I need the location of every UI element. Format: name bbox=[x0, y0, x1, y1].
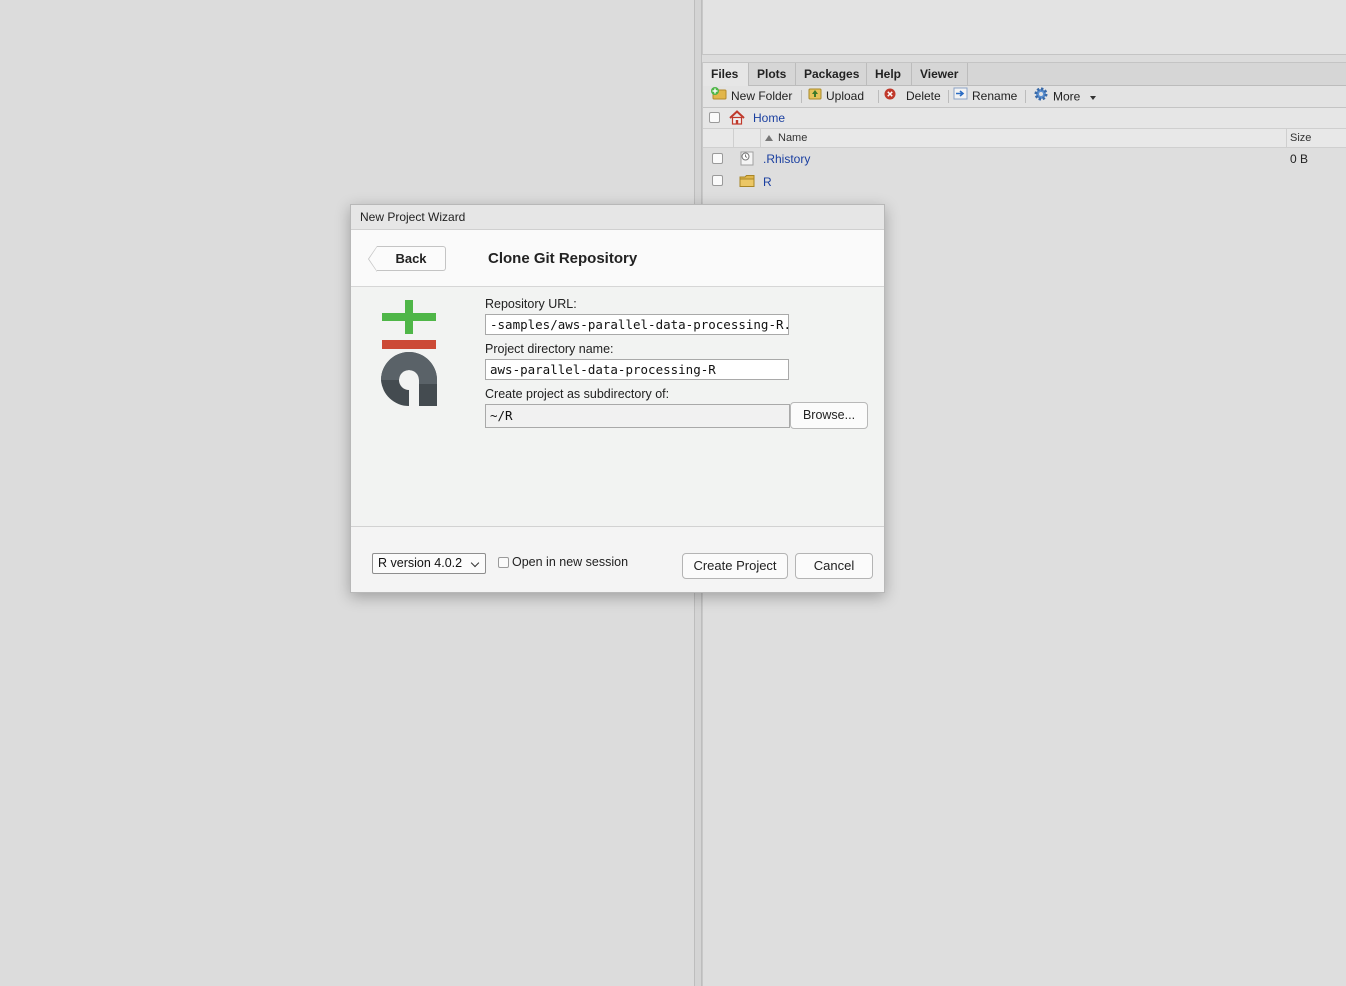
upload-button[interactable]: Upload bbox=[808, 86, 864, 107]
rename-icon bbox=[953, 86, 968, 107]
toolbar-divider bbox=[1025, 90, 1026, 103]
tab-plots[interactable]: Plots bbox=[749, 63, 796, 86]
file-checkbox[interactable] bbox=[712, 175, 723, 186]
upload-icon bbox=[808, 86, 822, 107]
back-button-label: Back bbox=[395, 251, 427, 266]
file-checkbox[interactable] bbox=[712, 153, 723, 164]
tab-packages[interactable]: Packages bbox=[796, 63, 867, 86]
delete-button[interactable]: Delete bbox=[884, 86, 941, 107]
file-row[interactable]: R bbox=[703, 171, 1346, 194]
r-version-select[interactable]: R version 4.0.2 bbox=[372, 553, 486, 574]
delete-label: Delete bbox=[906, 89, 941, 103]
project-directory-name-label: Project directory name: bbox=[485, 342, 614, 356]
gear-icon bbox=[1033, 86, 1049, 109]
caret-down-icon bbox=[1089, 95, 1096, 100]
pane-tabbar: Files Plots Packages Help Viewer bbox=[703, 62, 1346, 86]
toolbar-divider bbox=[878, 90, 879, 103]
git-logo-icon bbox=[379, 300, 439, 411]
delete-icon bbox=[884, 86, 896, 107]
toolbar-divider bbox=[948, 90, 949, 103]
wizard-page-title: Clone Git Repository bbox=[488, 250, 638, 267]
dialog-footer: R version 4.0.2 Open in new session Crea… bbox=[351, 526, 884, 592]
create-project-button[interactable]: Create Project bbox=[682, 553, 788, 579]
size-column-label: Size bbox=[1290, 132, 1312, 144]
file-name-link[interactable]: R bbox=[763, 175, 772, 189]
tab-viewer[interactable]: Viewer bbox=[912, 63, 968, 86]
breadcrumb-home[interactable]: Home bbox=[753, 111, 785, 125]
back-button[interactable]: Back bbox=[368, 246, 446, 272]
dialog-title: New Project Wizard bbox=[351, 205, 884, 230]
name-column-label: Name bbox=[778, 132, 808, 144]
open-in-new-session-checkbox[interactable] bbox=[498, 557, 509, 568]
home-icon bbox=[728, 110, 746, 128]
repository-url-input[interactable]: -samples/aws-parallel-data-processing-R.… bbox=[485, 314, 789, 335]
select-all-checkbox[interactable] bbox=[709, 112, 720, 123]
more-button[interactable]: More bbox=[1033, 86, 1096, 107]
file-size: 0 B bbox=[1290, 152, 1309, 166]
r-version-value: R version 4.0.2 bbox=[378, 556, 463, 570]
wizard-header: Back Clone Git Repository bbox=[351, 230, 884, 287]
file-row[interactable]: .Rhistory 0 B bbox=[703, 148, 1346, 171]
name-column-header[interactable]: Name bbox=[760, 129, 1286, 147]
files-toolbar: New Folder Upload Delete Rename More bbox=[703, 86, 1346, 108]
back-arrow-icon bbox=[368, 246, 377, 272]
subdirectory-field: ~/R bbox=[485, 404, 790, 428]
environment-pane bbox=[702, 0, 1346, 55]
new-folder-button[interactable]: New Folder bbox=[710, 86, 792, 107]
open-in-new-session-label[interactable]: Open in new session bbox=[512, 555, 628, 569]
project-directory-name-input[interactable]: aws-parallel-data-processing-R bbox=[485, 359, 789, 380]
new-folder-label: New Folder bbox=[731, 89, 793, 103]
sort-ascending-icon bbox=[765, 135, 773, 142]
new-project-wizard-dialog: New Project Wizard Back Clone Git Reposi… bbox=[350, 204, 885, 593]
rename-label: Rename bbox=[972, 89, 1018, 103]
history-file-icon bbox=[739, 151, 755, 169]
icon-column-header bbox=[733, 129, 760, 147]
folder-icon bbox=[739, 174, 756, 191]
repository-url-label: Repository URL: bbox=[485, 297, 577, 311]
upload-label: Upload bbox=[826, 89, 865, 103]
chevron-down-icon bbox=[470, 558, 480, 568]
subdirectory-label: Create project as subdirectory of: bbox=[485, 387, 670, 401]
size-column-header[interactable]: Size bbox=[1286, 129, 1346, 147]
more-label: More bbox=[1053, 89, 1081, 104]
file-list-header: Name Size bbox=[703, 129, 1346, 148]
file-name-link[interactable]: .Rhistory bbox=[763, 152, 810, 166]
tab-help[interactable]: Help bbox=[867, 63, 912, 86]
breadcrumb: Home bbox=[703, 108, 1346, 129]
new-folder-icon bbox=[710, 86, 727, 107]
rename-button[interactable]: Rename bbox=[953, 86, 1017, 107]
cancel-button[interactable]: Cancel bbox=[795, 553, 873, 579]
browse-button[interactable]: Browse... bbox=[790, 402, 868, 429]
tab-files[interactable]: Files bbox=[703, 63, 749, 86]
toolbar-divider bbox=[801, 90, 802, 103]
